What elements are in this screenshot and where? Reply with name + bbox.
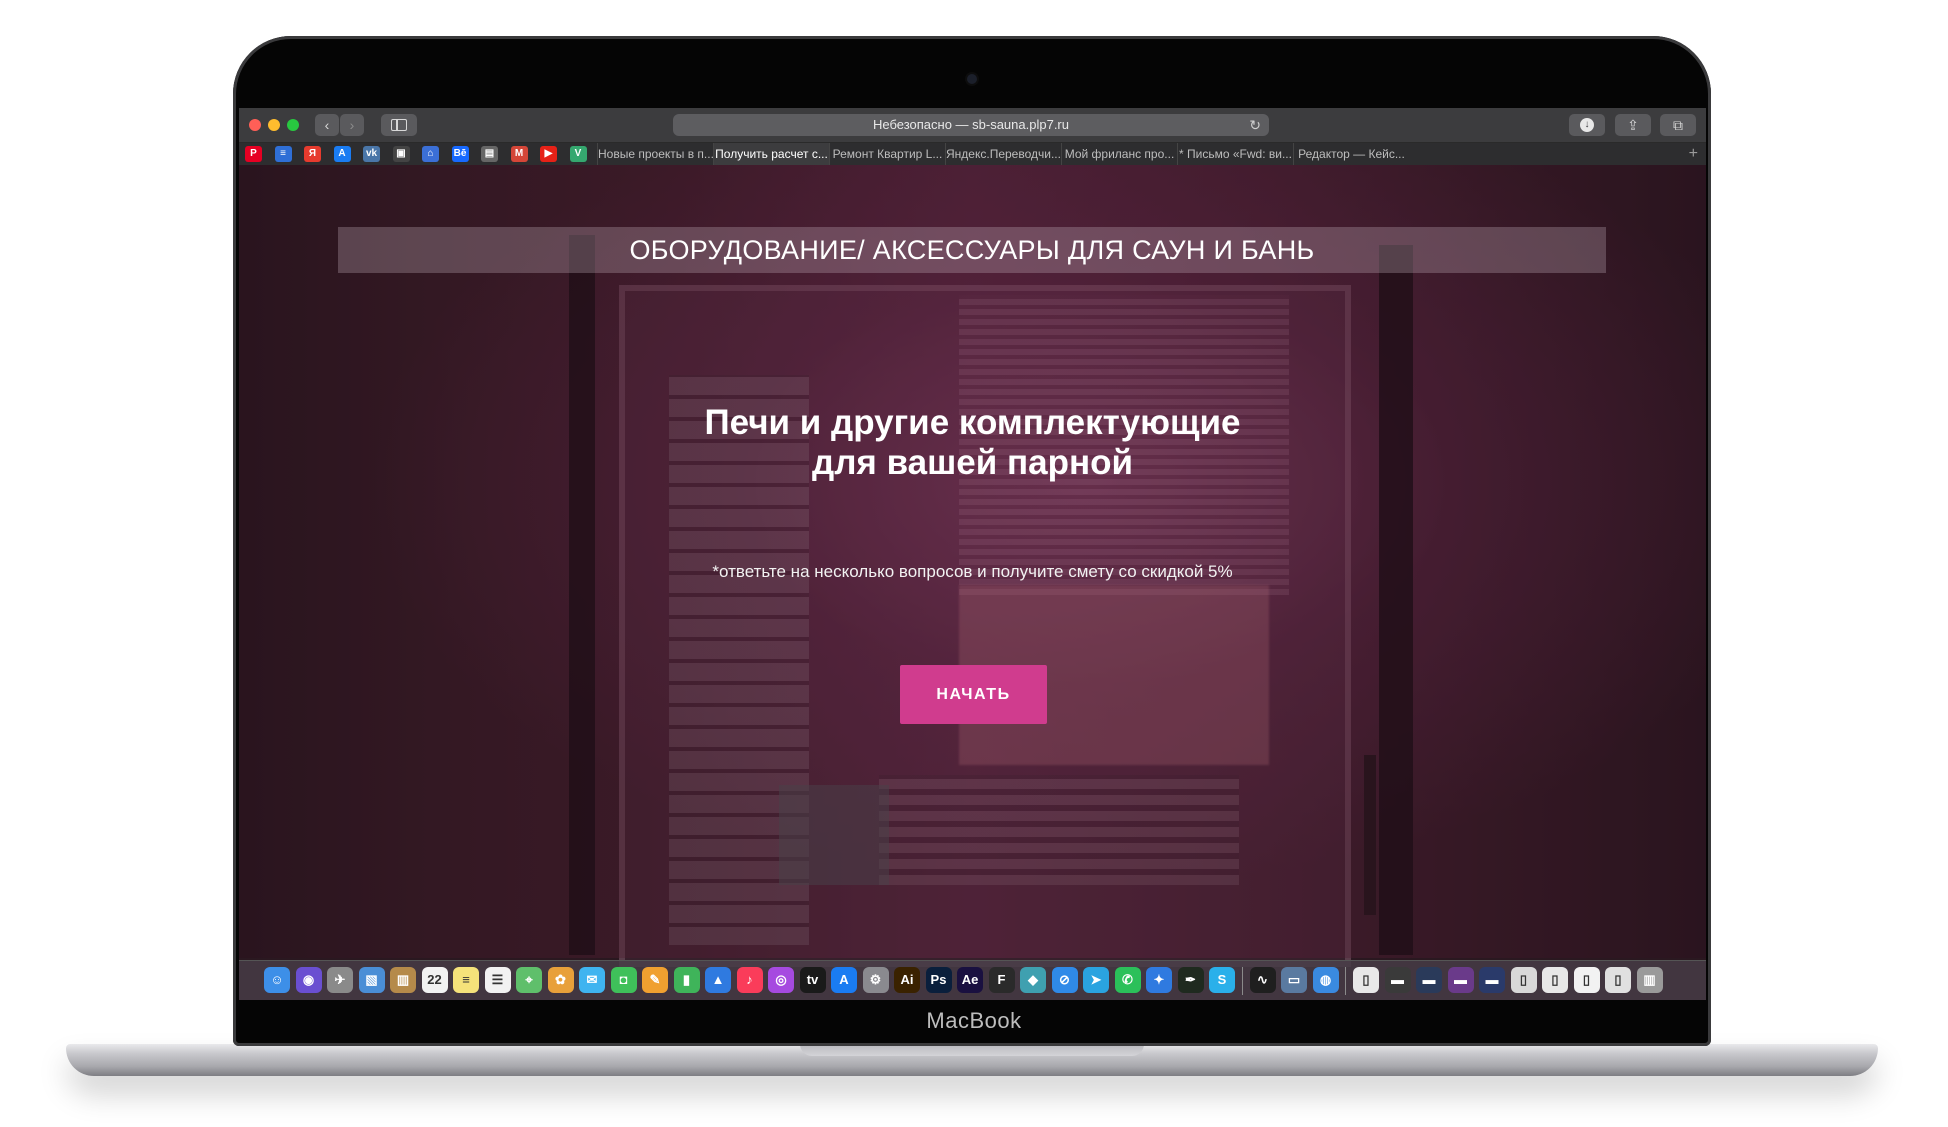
share-icon: ⇪ — [1627, 117, 1639, 133]
address-text: Небезопасно — sb-sauna.plp7.ru — [872, 117, 1069, 132]
photos-icon[interactable]: ✿ — [547, 967, 574, 993]
minimize-window-button[interactable] — [268, 119, 280, 131]
tab-overview-button[interactable]: ⧉ — [1660, 114, 1696, 136]
house-icon[interactable]: ⌂ — [422, 146, 439, 162]
settings-icon[interactable]: ⚙ — [862, 967, 889, 993]
hero-subtitle: *ответьте на несколько вопросов и получи… — [712, 562, 1233, 581]
illustrator-icon[interactable]: Ai — [894, 967, 920, 993]
print-icon[interactable]: ▤ — [481, 146, 498, 162]
browser-tab[interactable]: Редактор — Кейс... — [1293, 143, 1409, 165]
notes-book-icon[interactable]: ▥ — [390, 967, 416, 993]
laptop-brand-label: MacBook — [926, 1008, 1022, 1033]
sourcetree-icon[interactable]: ✦ — [1146, 967, 1172, 993]
music-icon[interactable]: ♪ — [736, 967, 763, 993]
trash-icon[interactable]: ▥ — [1636, 967, 1663, 993]
dock-separator — [1345, 967, 1346, 995]
maps-icon[interactable]: ⌖ — [516, 967, 542, 993]
appstore-dock-icon[interactable]: A — [831, 967, 857, 993]
activity-icon[interactable]: ∿ — [1249, 967, 1276, 993]
photoshop-icon[interactable]: Ps — [925, 967, 952, 993]
telegram-icon[interactable]: ➤ — [1083, 967, 1109, 993]
notes-icon[interactable]: ≡ — [453, 967, 479, 993]
back-button[interactable]: ‹ — [315, 114, 339, 136]
sketch-icon[interactable]: ◆ — [1020, 967, 1046, 993]
pages-icon[interactable]: ✎ — [642, 967, 668, 993]
browser-tab[interactable]: Ремонт Квартир L... — [829, 143, 945, 165]
forward-button[interactable]: › — [340, 114, 364, 136]
hero-section: ОБОРУДОВАНИЕ/ АКСЕССУАРЫ ДЛЯ САУН И БАНЬ… — [239, 165, 1706, 967]
keynote-icon[interactable]: ▲ — [705, 967, 731, 993]
preview-icon[interactable]: ▧ — [358, 967, 385, 993]
close-window-button[interactable] — [249, 119, 261, 131]
browser-tab[interactable]: * Письмо «Fwd: ви... — [1177, 143, 1293, 165]
folder-blue-icon[interactable]: ▬ — [1416, 967, 1442, 993]
facetime-icon[interactable]: ◘ — [610, 967, 637, 993]
folder-navy-icon[interactable]: ▬ — [1479, 967, 1505, 993]
chevron-right-icon: › — [349, 117, 355, 133]
files2-icon[interactable]: ▯ — [1542, 967, 1568, 993]
finder-icon[interactable]: ☺ — [264, 967, 290, 993]
tab-bar: P ≡ Я Avk ▣ ⌂ Bē ▤ M ▶ V Новые проекты в п... Получ… — [239, 143, 1706, 165]
folder-dark-icon[interactable]: ▬ — [1384, 967, 1411, 993]
figma-icon[interactable]: F — [988, 967, 1015, 993]
pinterest-icon[interactable]: P — [245, 146, 262, 162]
category-banner: ОБОРУДОВАНИЕ/ АКСЕССУАРЫ ДЛЯ САУН И БАНЬ — [338, 227, 1606, 273]
whatsapp-icon[interactable]: ✆ — [1114, 967, 1141, 993]
address-bar[interactable]: Небезопасно — sb-sauna.plp7.ru ↻ — [673, 114, 1269, 136]
messages-icon[interactable]: ✉ — [579, 967, 605, 993]
hero-headline-line2: для вашей парной — [811, 443, 1133, 482]
network-icon[interactable]: ◍ — [1312, 967, 1339, 993]
browser-toolbar: ‹ › Небезопасно — sb-sauna.plp7.ru ↻ ↓ ⇪… — [239, 108, 1706, 143]
sidebar-icon — [391, 118, 407, 131]
share-button[interactable]: ⇪ — [1615, 114, 1651, 136]
browser-tab[interactable]: Получить расчет с... — [713, 143, 829, 165]
screen: ‹ › Небезопасно — sb-sauna.plp7.ru ↻ ↓ ⇪… — [239, 108, 1706, 1000]
podcasts-icon[interactable]: ◎ — [768, 967, 794, 993]
sidebar-toggle-button[interactable] — [381, 114, 417, 136]
dock-separator — [1241, 967, 1243, 995]
tabs-icon: ⧉ — [1673, 117, 1683, 133]
camera-icon — [967, 74, 977, 84]
document-icon[interactable]: ▯ — [1353, 967, 1379, 993]
browser-tab[interactable]: Новые проекты в п... — [597, 143, 713, 165]
launchpad-icon[interactable]: ✈ — [327, 967, 353, 993]
appstore-icon[interactable]: A — [333, 146, 351, 162]
files3-icon[interactable]: ▯ — [1573, 967, 1600, 993]
safari-icon[interactable]: ⊘ — [1051, 967, 1078, 993]
chevron-left-icon: ‹ — [324, 117, 330, 133]
browser-tab[interactable]: Мой фриланс про... — [1061, 143, 1177, 165]
downloads-button[interactable]: ↓ — [1569, 114, 1605, 136]
yandex-icon[interactable]: Я — [304, 146, 321, 162]
folder-purple-icon[interactable]: ▬ — [1447, 967, 1474, 993]
download-icon: ↓ — [1580, 118, 1594, 133]
siri-icon[interactable]: ◉ — [295, 967, 322, 993]
start-button[interactable]: НАЧАТЬ — [900, 665, 1047, 724]
behance-icon[interactable]: Bē — [451, 146, 469, 162]
calendar-icon[interactable]: 22 — [421, 967, 448, 993]
files-icon[interactable]: ▯ — [1510, 967, 1537, 993]
vk-icon[interactable]: vk — [363, 146, 380, 162]
fullscreen-window-button[interactable] — [287, 119, 299, 131]
browser-tab[interactable]: Яндекс.Переводчи... — [945, 143, 1061, 165]
reload-icon[interactable]: ↻ — [1249, 114, 1261, 136]
files4-icon[interactable]: ▯ — [1605, 967, 1631, 993]
image-capture-icon[interactable]: ▭ — [1281, 967, 1307, 993]
tv-icon[interactable]: tv — [799, 967, 826, 993]
hero-headline-line1: Печи и другие комплектующие — [704, 403, 1241, 442]
list-icon[interactable]: ≡ — [274, 146, 292, 162]
aftereffects-icon[interactable]: Ae — [957, 967, 983, 993]
hero-headline: Печи и другие комплектующие для вашей па… — [239, 403, 1706, 483]
chess-icon[interactable]: ▣ — [392, 146, 410, 162]
pen-icon[interactable]: ✒ — [1177, 967, 1204, 993]
dock: ☺ ◉ ✈ ▧ ▥ 22 ≡ ☰ ⌖ ✿ ✉ ◘ ✎ ▮ ▲ ♪ ◎ tv A ⚙ Ai Ps Ae F ◆ ⊘ ➤ ✆ ✦ ✒ S ∿ ▭ ◍ ▯… — [239, 960, 1706, 1000]
numbers-icon[interactable]: ▮ — [673, 967, 700, 993]
reminders-icon[interactable]: ☰ — [484, 967, 511, 993]
vue-icon[interactable]: V — [569, 146, 587, 162]
new-tab-button[interactable]: + — [1689, 143, 1698, 165]
skype-icon[interactable]: S — [1209, 967, 1235, 993]
youtube-icon[interactable]: ▶ — [540, 146, 557, 162]
gmail-icon[interactable]: M — [510, 146, 528, 162]
